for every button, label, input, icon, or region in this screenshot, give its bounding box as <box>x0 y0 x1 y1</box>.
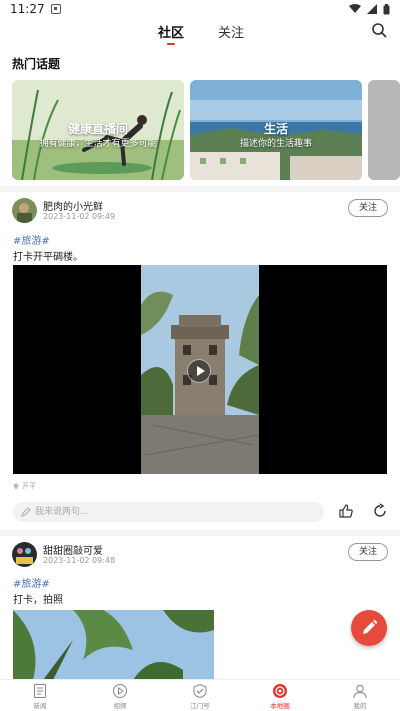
battery-icon <box>383 3 390 14</box>
follow-button[interactable]: 关注 <box>348 199 388 217</box>
bottom-nav: 新闻 视频 江门号 本地圈 我的 <box>0 679 400 711</box>
tab-following[interactable]: 关注 <box>218 22 244 41</box>
post-photo <box>13 610 214 680</box>
play-icon[interactable] <box>187 359 211 383</box>
nav-label-local: 本地圈 <box>270 702 290 710</box>
post-header: 甜甜圈敲可爱 2023-11-02 09:48 关注 <box>12 542 388 568</box>
nav-label-video: 视频 <box>113 702 127 710</box>
post-divider <box>0 530 400 536</box>
signal-icon <box>367 4 377 14</box>
wifi-icon <box>349 4 361 13</box>
post-time: 2023-11-02 09:48 <box>43 556 116 565</box>
topic-subtitle-health: 拥有健康，生活才有更多可能 <box>39 139 157 149</box>
section-divider <box>0 186 400 192</box>
topic-subtitle-life: 描述你的生活趣事 <box>239 139 312 149</box>
news-icon <box>34 684 46 698</box>
post-text: 打卡，拍照 <box>13 595 63 606</box>
post-header: 肥肉的小光鲜 2023-11-02 09:49 关注 <box>12 198 388 224</box>
pencil-icon <box>21 507 31 517</box>
nav-label-me: 我的 <box>353 702 367 710</box>
post-hashtag[interactable]: #旅游# <box>13 575 50 590</box>
location-label: 开平 <box>22 482 36 490</box>
avatar[interactable] <box>12 198 37 223</box>
nav-label-news: 新闻 <box>33 702 47 710</box>
nav-item-jiangmen[interactable]: 江门号 <box>160 680 240 711</box>
comment-placeholder: 我来说两句... <box>35 507 89 517</box>
location-pin-icon <box>13 483 19 490</box>
thumbs-up-icon[interactable] <box>338 503 354 519</box>
top-nav: 社区 关注 <box>0 18 400 48</box>
comment-input[interactable]: 我来说两句... <box>13 502 324 522</box>
notification-icon <box>50 4 61 14</box>
topic-title-health: 健康直播间 <box>67 122 128 136</box>
post-text: 打卡开平碉楼。 <box>13 252 83 263</box>
post-hashtag[interactable]: #旅游# <box>13 232 50 247</box>
topic-card-health[interactable]: 健康直播间 拥有健康，生活才有更多可能 <box>12 80 184 180</box>
topic-card-next[interactable] <box>368 80 400 180</box>
avatar[interactable] <box>12 542 37 567</box>
hot-topics-title: 热门话题 <box>12 57 61 71</box>
search-icon[interactable] <box>370 21 388 39</box>
person-icon <box>353 684 367 699</box>
check-circle-icon <box>193 683 207 699</box>
nav-item-me[interactable]: 我的 <box>320 680 400 711</box>
compose-button[interactable] <box>351 610 387 646</box>
share-icon[interactable] <box>372 503 388 519</box>
active-tab-indicator <box>167 43 175 45</box>
video-icon <box>113 684 127 698</box>
nav-item-local[interactable]: 本地圈 <box>240 680 320 711</box>
post-location: 开平 <box>13 481 36 491</box>
follow-button[interactable]: 关注 <box>348 543 388 561</box>
post-time: 2023-11-02 09:49 <box>43 212 116 221</box>
tab-community[interactable]: 社区 <box>158 22 184 41</box>
pencil-icon <box>363 619 378 634</box>
status-bar: 11:27 <box>0 0 400 18</box>
topic-title-life: 生活 <box>263 122 288 136</box>
nav-label-jiangmen: 江门号 <box>190 702 210 710</box>
author-name[interactable]: 肥肉的小光鲜 <box>43 198 103 213</box>
status-time: 11:27 <box>10 2 45 16</box>
topic-card-life[interactable]: 生活 描述你的生活趣事 <box>190 80 362 180</box>
nav-item-video[interactable]: 视频 <box>80 680 160 711</box>
author-name[interactable]: 甜甜圈敲可爱 <box>43 542 103 557</box>
target-icon <box>273 684 287 698</box>
nav-item-news[interactable]: 新闻 <box>0 680 80 711</box>
post-image[interactable] <box>13 610 214 680</box>
